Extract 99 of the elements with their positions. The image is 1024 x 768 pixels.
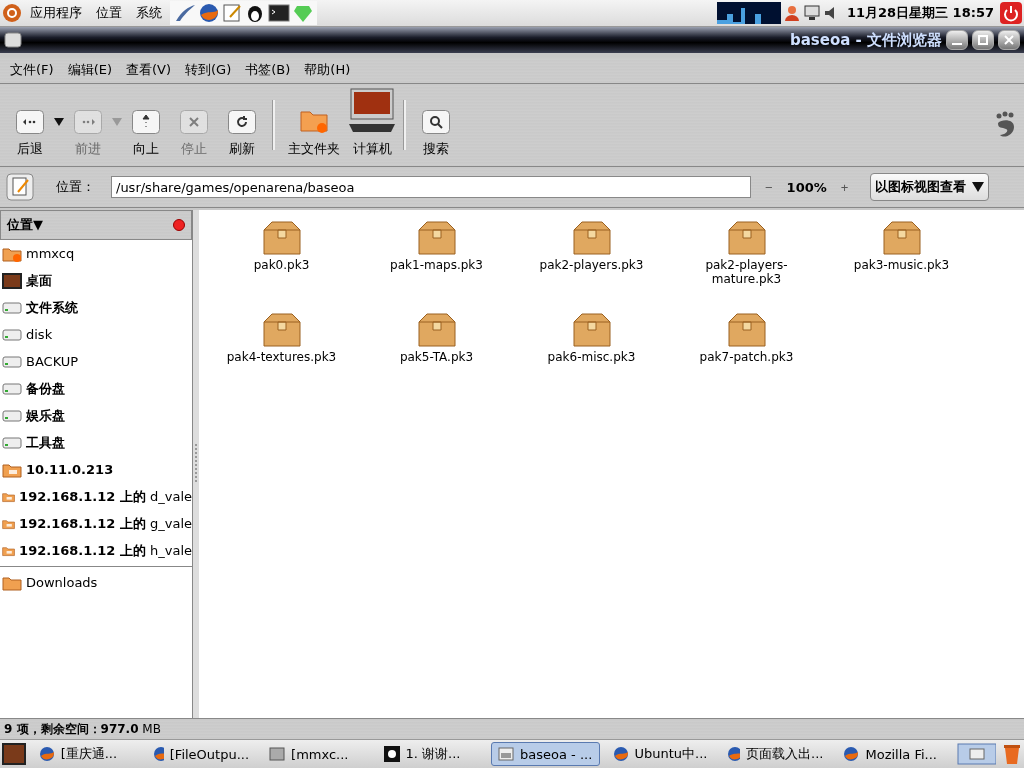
resize-grip	[194, 444, 198, 484]
menu-item[interactable]: 转到(G)	[179, 61, 240, 79]
sidebar-item[interactable]: 娱乐盘	[0, 402, 192, 429]
close-icon[interactable]	[173, 219, 185, 231]
file-name[interactable]: pak0.pk3	[226, 258, 337, 272]
taskbar-button[interactable]: Mozilla Fi...	[836, 742, 945, 766]
file-name[interactable]: pak7-patch.pk3	[691, 350, 802, 364]
view-mode-dropdown[interactable]: 以图标视图查看	[870, 173, 990, 201]
window-title: baseoa - 文件浏览器	[789, 30, 942, 50]
menu-item[interactable]: 编辑(E)	[61, 61, 120, 79]
sidebar-item[interactable]: 192.168.1.12 上的 h_vale	[0, 537, 192, 564]
sidebar-item[interactable]: 192.168.1.12 上的 d_vale	[0, 483, 192, 510]
home-folder-icon	[2, 245, 22, 262]
taskbar-button[interactable]: Ubuntu中...	[605, 742, 715, 766]
zoom-out-button[interactable]: −	[759, 179, 779, 195]
workspace-icon[interactable]	[956, 743, 997, 765]
minimize-button[interactable]	[946, 30, 968, 50]
toolbar-button[interactable]: 主文件夹	[281, 88, 347, 162]
ubuntu-logo-icon[interactable]	[2, 3, 22, 23]
sidebar-item[interactable]: 备份盘	[0, 375, 192, 402]
home-folder-icon	[299, 108, 329, 134]
reload-icon	[228, 110, 256, 134]
maximize-icon	[978, 35, 988, 45]
taskbar-button[interactable]: 页面载入出...	[720, 742, 831, 766]
globe-icon	[612, 746, 629, 762]
menu-item[interactable]: 书签(B)	[239, 61, 299, 79]
sidebar-item[interactable]: 工具盘	[0, 429, 192, 456]
globe-icon	[153, 746, 164, 762]
menu-item[interactable]: 帮助(H)	[298, 61, 359, 79]
file-manager-icon	[498, 747, 515, 761]
panel-menu[interactable]: 位置	[90, 4, 128, 22]
close-button[interactable]	[998, 30, 1020, 50]
maximize-button[interactable]	[972, 30, 994, 50]
drive-icon	[2, 408, 22, 423]
sidebar-title[interactable]: 位置▼	[7, 216, 43, 234]
person-icon[interactable]	[782, 4, 801, 22]
sidebar-item[interactable]: Downloads	[0, 569, 192, 596]
taskbar-button[interactable]: [mmxc...	[262, 742, 371, 766]
drive-icon	[2, 327, 22, 342]
folder-icon	[2, 574, 22, 591]
status-text: 9 项，剩余空间：977.0 MB	[4, 720, 161, 738]
caret-icon[interactable]	[54, 118, 64, 126]
toolbar-button[interactable]: 刷新	[218, 88, 266, 162]
window-icon	[269, 747, 286, 761]
drive-icon	[2, 354, 22, 369]
globe-icon[interactable]	[199, 3, 219, 23]
caret-icon	[972, 182, 985, 192]
back-icon	[16, 110, 44, 134]
edit-location-icon[interactable]	[6, 173, 34, 201]
drive-icon	[2, 300, 22, 315]
sidebar-item[interactable]: disk	[0, 321, 192, 348]
toolbar-button[interactable]: 搜索	[412, 88, 460, 162]
location-field[interactable]: /usr/share/games/openarena/baseoa	[111, 176, 751, 198]
toolbar-button[interactable]: 计算机	[347, 88, 397, 162]
sidebar-item[interactable]: BACKUP	[0, 348, 192, 375]
drive-icon	[2, 435, 22, 450]
globe-icon	[727, 746, 741, 762]
window-menu-icon[interactable]	[4, 32, 22, 48]
globe-icon	[843, 746, 860, 762]
location-label: 位置：	[56, 178, 95, 196]
file-name[interactable]: pak2-players.pk3	[536, 258, 647, 272]
zoom-in-button[interactable]: +	[834, 179, 855, 195]
taskbar-button[interactable]: 1. 谢谢...	[376, 742, 486, 766]
taskbar-button[interactable]: [重庆通...	[31, 742, 141, 766]
file-name[interactable]: pak5-TA.pk3	[381, 350, 492, 364]
drive-icon	[2, 381, 22, 396]
file-name[interactable]: pak3-music.pk3	[846, 258, 957, 272]
menu-item[interactable]: 文件(F)	[4, 61, 62, 79]
up-icon	[132, 110, 160, 134]
sidebar-item[interactable]: 文件系统	[0, 294, 192, 321]
panel-menu[interactable]: 应用程序	[24, 4, 88, 22]
desktop-icon	[2, 272, 22, 289]
sidebar-item[interactable]: mmxcq	[0, 240, 192, 267]
computer-icon	[347, 88, 397, 134]
clock[interactable]: 11月28日星期三 18:57	[842, 4, 998, 22]
sidebar-item[interactable]: 192.168.1.12 上的 g_vale	[0, 510, 192, 537]
forward-icon	[74, 110, 102, 134]
system-monitor-graph	[716, 2, 781, 24]
taskbar-button[interactable]: [FileOutpu...	[146, 742, 257, 766]
zoom-level: 100%	[786, 179, 827, 195]
menu-item[interactable]: 查看(V)	[120, 61, 180, 79]
taskbar-button[interactable]: baseoa - ...	[491, 742, 600, 766]
panel-menu[interactable]: 系统	[130, 4, 168, 22]
sidebar-item[interactable]: 10.11.0.213	[0, 456, 192, 483]
globe-icon	[38, 746, 55, 762]
power-icon[interactable]	[1000, 2, 1022, 24]
file-name[interactable]: pak2-players-mature.pk3	[691, 258, 802, 286]
minimize-icon	[952, 43, 962, 45]
toolbar-button[interactable]: 后退	[6, 88, 54, 162]
trash-icon[interactable]	[1002, 743, 1022, 765]
stop-icon	[180, 110, 208, 134]
search-icon	[422, 110, 450, 134]
sidebar-item[interactable]: 桌面	[0, 267, 192, 294]
terminal-icon[interactable]	[268, 3, 290, 23]
file-name[interactable]: pak6-misc.pk3	[536, 350, 647, 364]
file-name[interactable]: pak4-textures.pk3	[226, 350, 337, 364]
toolbar-button[interactable]: 向上	[122, 88, 170, 162]
file-name[interactable]: pak1-maps.pk3	[381, 258, 492, 272]
close-icon	[1004, 35, 1014, 45]
